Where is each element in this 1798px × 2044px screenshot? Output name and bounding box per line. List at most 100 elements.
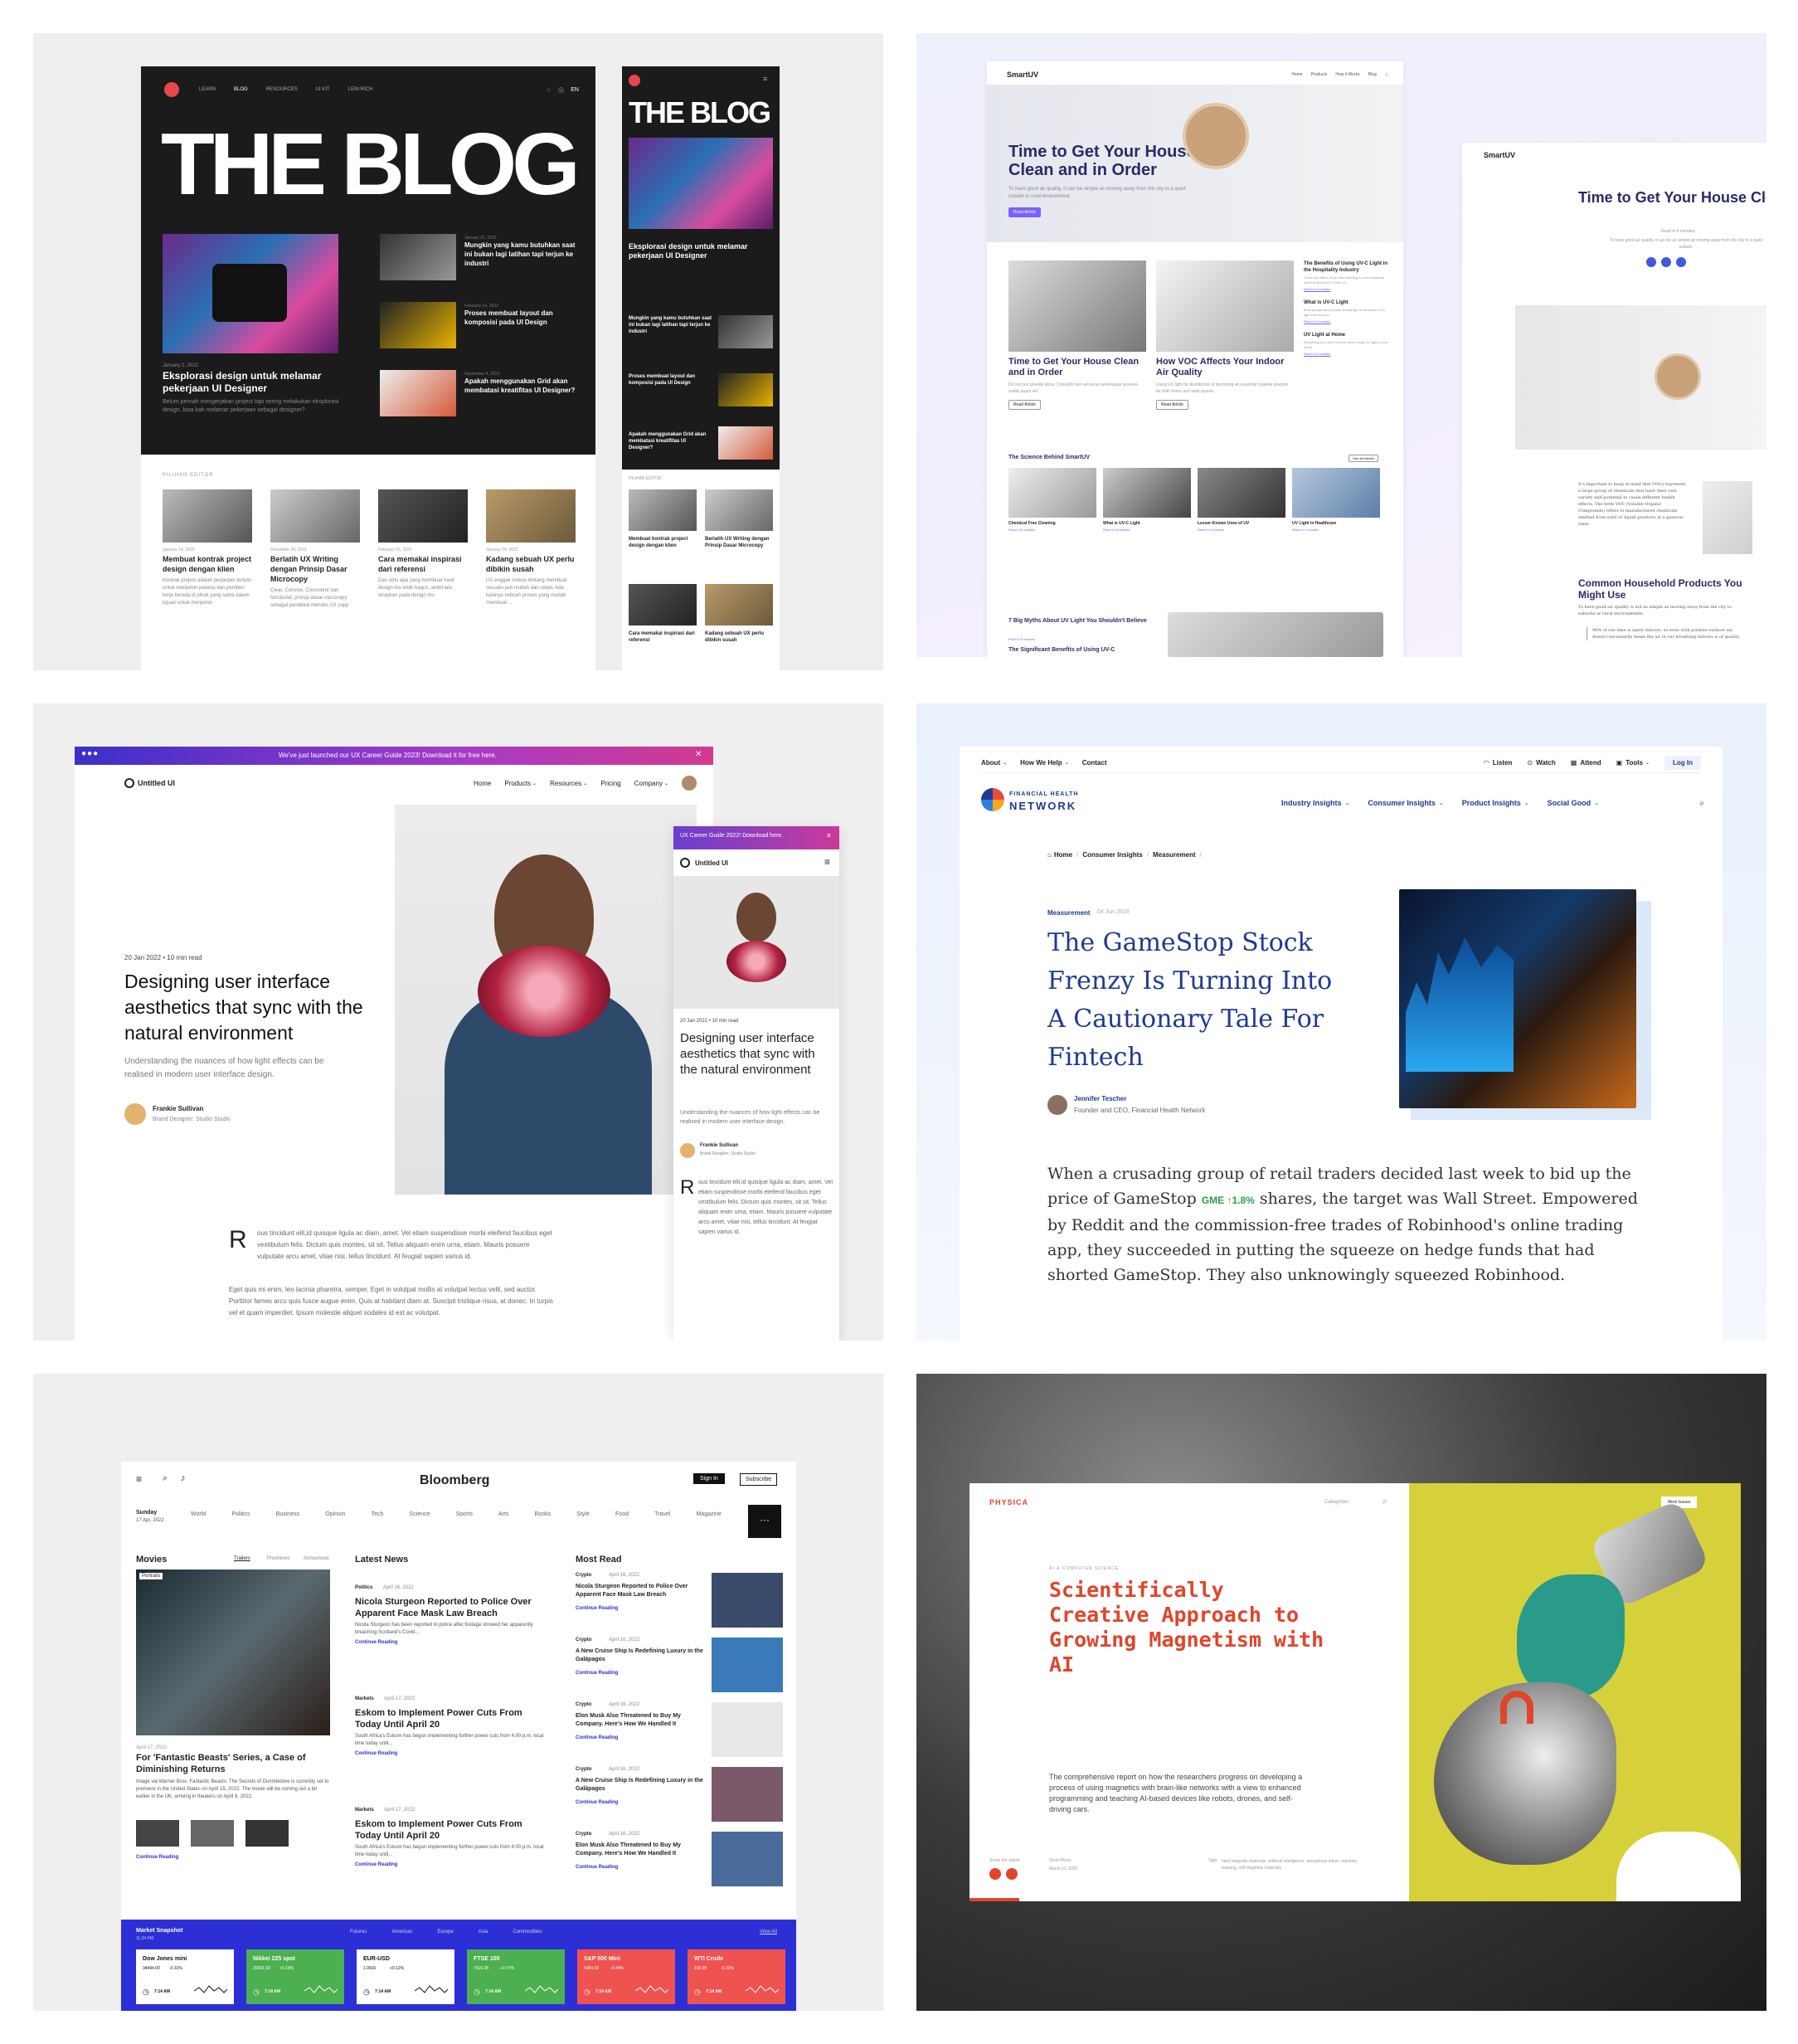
bloomberg-movies[interactable]: Movies <box>136 1555 167 1565</box>
blog-pick-card[interactable]: January 14, 2022 Membuat kontrak project… <box>163 489 252 607</box>
fhn-top-right[interactable]: Watch <box>1536 759 1556 766</box>
blog-nav-item[interactable]: UI KIT <box>316 87 330 92</box>
blog-mobile-pick-title[interactable]: Berlatih UX Writing dengan Prinsip Dasar… <box>705 536 773 549</box>
untitled-nav-item[interactable]: Pricing <box>600 780 620 787</box>
linkedin-icon[interactable] <box>1646 257 1656 267</box>
bloomberg-latest-item[interactable]: Politics April 16, 2022 Nicola Sturgeon … <box>355 1578 551 1645</box>
most-read-item[interactable]: Crypto April 16, 2022 A New Cruise Ship Is… <box>576 1767 783 1832</box>
most-read-item[interactable]: Crypto April 16, 2022 A New Cruise Ship Is… <box>576 1638 783 1702</box>
blog-mobile-logo[interactable] <box>629 75 640 86</box>
bloomberg-most[interactable]: Most Read <box>576 1555 622 1565</box>
bloomberg-movie-tab[interactable]: Trailers <box>234 1556 250 1561</box>
ticker-card[interactable]: EUR-USD 1.0810 +0.12% ◷ 7:14 AM <box>357 1949 454 2004</box>
fhn-author[interactable]: Jennifer Tescher <box>1074 1095 1126 1102</box>
breadcrumb-item[interactable]: Measurement <box>1153 851 1196 859</box>
physica-logo[interactable]: PHYSICA <box>989 1498 1028 1506</box>
smartuv-nav-item[interactable]: Home <box>1291 72 1302 77</box>
bloomberg-latest[interactable]: Latest News <box>355 1555 408 1565</box>
market-tab[interactable]: Europe <box>437 1930 453 1934</box>
smartuv-science-button[interactable]: See all Articles <box>1348 455 1379 462</box>
most-read-item[interactable]: Crypto April 16, 2022 Elon Musk Also Threa… <box>576 1832 783 1896</box>
smartuv-card-button[interactable]: Read Article <box>1008 400 1041 410</box>
untitled-mobile-banner-text[interactable]: UX Career Guide 2022! Download here. <box>680 833 783 839</box>
bloomberg-latest-item[interactable]: Markets April 17, 2022 Eskom to Implemen… <box>355 1689 551 1756</box>
ticker-card[interactable]: Nikkei 225 spot 26821.50 +0.19% ◷ 7:14 AM <box>246 1949 344 2004</box>
facebook-icon[interactable] <box>1006 1868 1018 1880</box>
bloomberg-movie-tab[interactable]: Premieres <box>267 1556 289 1561</box>
physica-tags[interactable]: hard magnetic materials, artificial inte… <box>1222 1858 1371 1871</box>
smartuv-nav-item[interactable]: Products <box>1311 72 1328 77</box>
ticker-card[interactable]: Dow Jones mini 34494.00 -0.31% ◷ 7:14 AM <box>136 1949 234 2004</box>
blog-lang[interactable]: EN <box>571 87 579 93</box>
smartuv-card[interactable]: How VOC Affects Your Indoor Air Quality … <box>1156 260 1294 410</box>
untitled-author[interactable]: Frankie Sullivan <box>153 1105 203 1112</box>
blog-mobile-pick-title[interactable]: Membuat kontrak project design dengan kl… <box>629 536 697 549</box>
untitled-nav-item[interactable]: Products <box>504 780 531 787</box>
smartuv-side-title[interactable]: The Benefits of Using UV-C Light in the … <box>1304 260 1390 274</box>
smartuv-science-link[interactable]: Read in 4 minutes <box>1292 528 1380 532</box>
bloomberg-nav-item[interactable]: Business <box>276 1511 299 1517</box>
blog-nav-item[interactable]: BLOG <box>234 87 248 92</box>
smartuv-myths-link[interactable]: Read in 6 minutes <box>1008 637 1035 641</box>
bloomberg-nav-item[interactable]: Magazine <box>697 1511 722 1517</box>
blog-hero-title[interactable]: Eksplorasi design untuk melamar pekerjaa… <box>163 370 345 395</box>
smartuv-nav-item[interactable]: Blog <box>1368 72 1377 77</box>
blog-logo[interactable] <box>164 82 179 97</box>
blog-hero-image[interactable] <box>163 234 338 353</box>
bloomberg-nav-item[interactable]: Food <box>615 1511 629 1517</box>
fhn-login-button[interactable]: Log In <box>1664 756 1701 770</box>
bloomberg-movie-title[interactable]: For 'Fantastic Beasts' Series, a Case of… <box>136 1752 330 1775</box>
bloomberg-movie-image[interactable]: Portraits <box>136 1570 330 1735</box>
fhn-main-link[interactable]: Product Insights <box>1462 799 1521 807</box>
bloomberg-subscribe[interactable]: Subscribe <box>740 1473 778 1486</box>
bloomberg-continue[interactable]: Continue Reading <box>355 1640 551 1645</box>
fhn-category[interactable]: Measurement <box>1047 909 1091 917</box>
market-tab[interactable]: Commodities <box>513 1930 542 1934</box>
bloomberg-continue[interactable]: Continue Reading <box>355 1751 551 1756</box>
smartuv-search-icon[interactable]: ○ <box>1385 72 1388 78</box>
untitled-logo[interactable]: Untitled UI <box>138 779 175 787</box>
close-icon[interactable]: ✕ <box>826 832 832 840</box>
smartuv-science-card[interactable]: What is UV-C Light Read in 4 minutes <box>1103 468 1191 532</box>
smartuv-myths-title[interactable]: 7 Big Myths About UV Light You Shouldn't… <box>1008 617 1149 625</box>
fhn-top-link[interactable]: About <box>981 759 1000 766</box>
smartuv-side-title[interactable]: What is UV-C Light <box>1304 299 1390 306</box>
menu-icon[interactable]: ≡ <box>136 1473 142 1485</box>
blog-mobile-side-title[interactable]: Apakah menggunakan Grid akan membatasi k… <box>629 431 712 451</box>
untitled-mobile-logo[interactable]: Untitled UI <box>695 859 728 867</box>
bloomberg-nav-item[interactable]: Travel <box>654 1511 670 1517</box>
fhn-top-right[interactable]: Tools <box>1625 759 1643 766</box>
fhn-logo-bottom[interactable]: NETWORK <box>1009 800 1076 812</box>
fhn-logo-top[interactable]: FINANCIAL HEALTH <box>1009 791 1078 797</box>
smartuv-science-card[interactable]: Chemical Free Cleaning Read in 6 minutes <box>1008 468 1096 532</box>
blog-side-title[interactable]: Mungkin yang kamu butuhkan saat ini buka… <box>464 241 579 268</box>
bloomberg-nav-item[interactable]: World <box>191 1511 206 1517</box>
blog-side-title[interactable]: Proses membuat layout dan komposisi pada… <box>464 309 579 327</box>
untitled-banner-text[interactable]: We've just launched our UX Career Guide … <box>279 752 497 759</box>
search-icon[interactable]: ⌕ <box>163 1473 168 1484</box>
blog-side-image[interactable] <box>380 302 456 348</box>
bloomberg-movie-tab[interactable]: Announced <box>304 1556 328 1561</box>
fhn-top-link[interactable]: Contact <box>1082 759 1107 766</box>
bloomberg-nav-item[interactable]: Opinion <box>325 1511 345 1517</box>
bloomberg-signin[interactable]: Sign In <box>693 1473 725 1484</box>
bloomberg-continue[interactable]: Continue Reading <box>576 1735 618 1740</box>
bloomberg-nav-item[interactable]: Arts <box>498 1511 508 1517</box>
bloomberg-continue[interactable]: Continue Reading <box>355 1862 551 1867</box>
blog-mobile-hero-title[interactable]: Eksplorasi design untuk melamar pekerjaa… <box>629 242 773 260</box>
bloomberg-logo[interactable]: Bloomberg <box>420 1473 489 1488</box>
fhn-main-link[interactable]: Consumer Insights <box>1368 799 1436 807</box>
avatar[interactable] <box>682 776 697 791</box>
blog-mobile-pick-title[interactable]: Cara memakai inspirasi dari referensi <box>629 630 697 644</box>
bloomberg-thumb[interactable] <box>245 1820 289 1847</box>
blog-pick-card[interactable]: January 24, 2022 Kadang sebuah UX perlu … <box>486 489 576 607</box>
blog-pick-card[interactable]: December 24, 2021 Berlatih UX Writing de… <box>270 489 360 610</box>
globe-icon[interactable]: ◎ <box>557 85 564 95</box>
blog-mobile-pick-title[interactable]: Kadang sebuah UX perlu dibikin susah <box>705 630 773 644</box>
blog-side-image[interactable] <box>380 370 456 416</box>
bloomberg-continue[interactable]: Continue Reading <box>136 1855 178 1860</box>
breadcrumb-item[interactable]: Home <box>1054 851 1072 859</box>
bloomberg-continue[interactable]: Continue Reading <box>576 1800 618 1805</box>
smartuv-benefits-title[interactable]: The Significant Benefits of Using UV-C <box>1008 647 1115 653</box>
bloomberg-continue[interactable]: Continue Reading <box>576 1606 618 1611</box>
